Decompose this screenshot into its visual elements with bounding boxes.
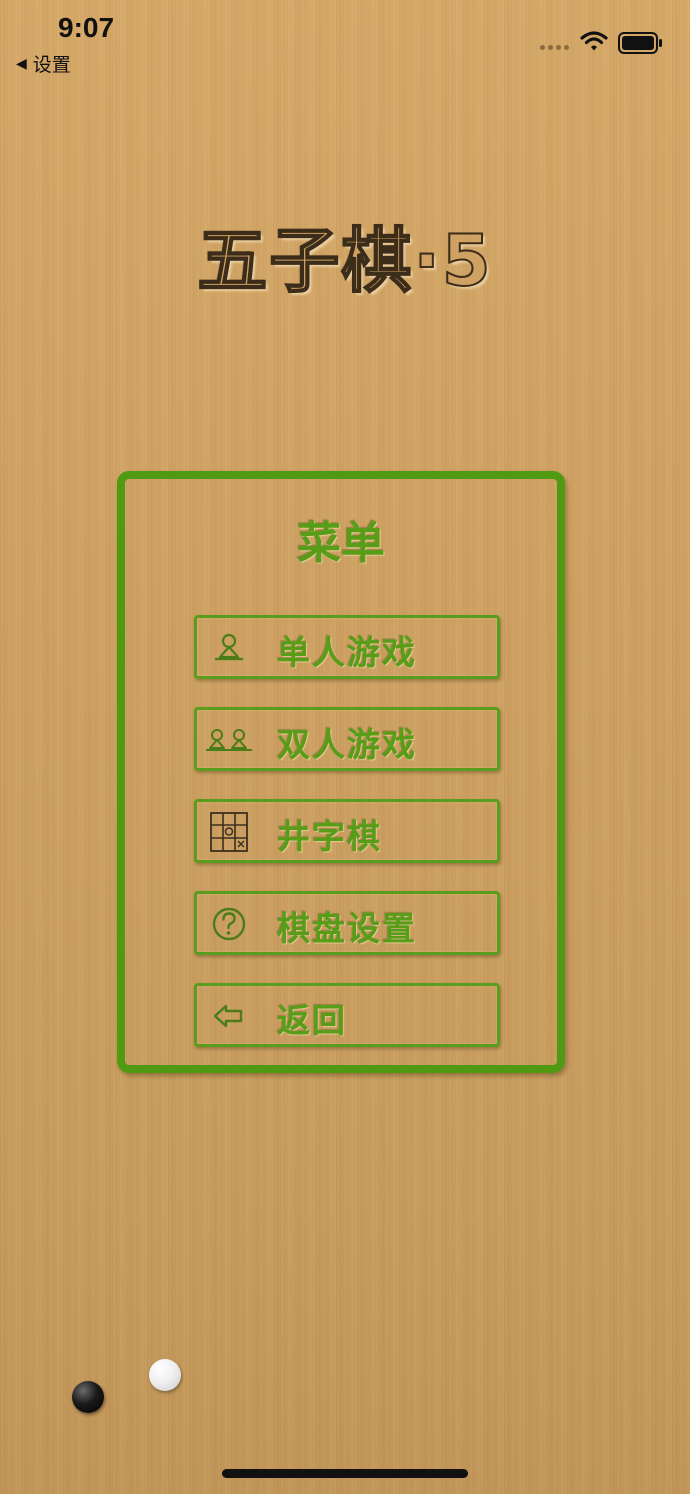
tic-tac-toe-label: 井字棋 [277,817,382,856]
back-link-label: 设置 [32,54,71,76]
status-time: 9:07 [58,12,115,43]
black-stone [72,1381,104,1413]
board-settings-button[interactable]: 棋盘设置 [194,891,500,955]
two-players-button[interactable]: 双人游戏 [194,707,500,771]
board-settings-label: 棋盘设置 [277,909,417,948]
back-label: 返回 [277,1001,347,1040]
menu-panel: 菜单 单人游戏 双人游戏 井字棋 棋盘设置 返回 [117,471,565,1073]
tic-tac-toe-button[interactable]: 井字棋 [194,799,500,863]
tic-tac-toe-icon [210,812,248,852]
two-players-label: 双人游戏 [277,725,417,764]
two-players-icon [206,729,252,751]
back-triangle-icon: ◀ [16,55,27,72]
single-player-button[interactable]: 单人游戏 [194,615,500,679]
battery-icon [618,32,662,54]
back-to-settings-link[interactable]: ◀ 设置 [16,50,71,77]
single-player-icon [215,633,243,661]
home-indicator[interactable] [222,1469,468,1478]
menu-title: 菜单 [297,518,385,569]
cellular-signal-icon [540,45,569,50]
single-player-label: 单人游戏 [277,633,417,672]
game-title: 五子棋·5 [196,219,493,303]
help-icon [212,907,246,941]
back-arrow-icon [213,1004,243,1028]
back-button[interactable]: 返回 [194,983,500,1047]
wifi-icon [580,31,608,51]
status-bar: 9:07 ◀ 设置 [0,0,690,90]
white-stone [149,1359,181,1391]
